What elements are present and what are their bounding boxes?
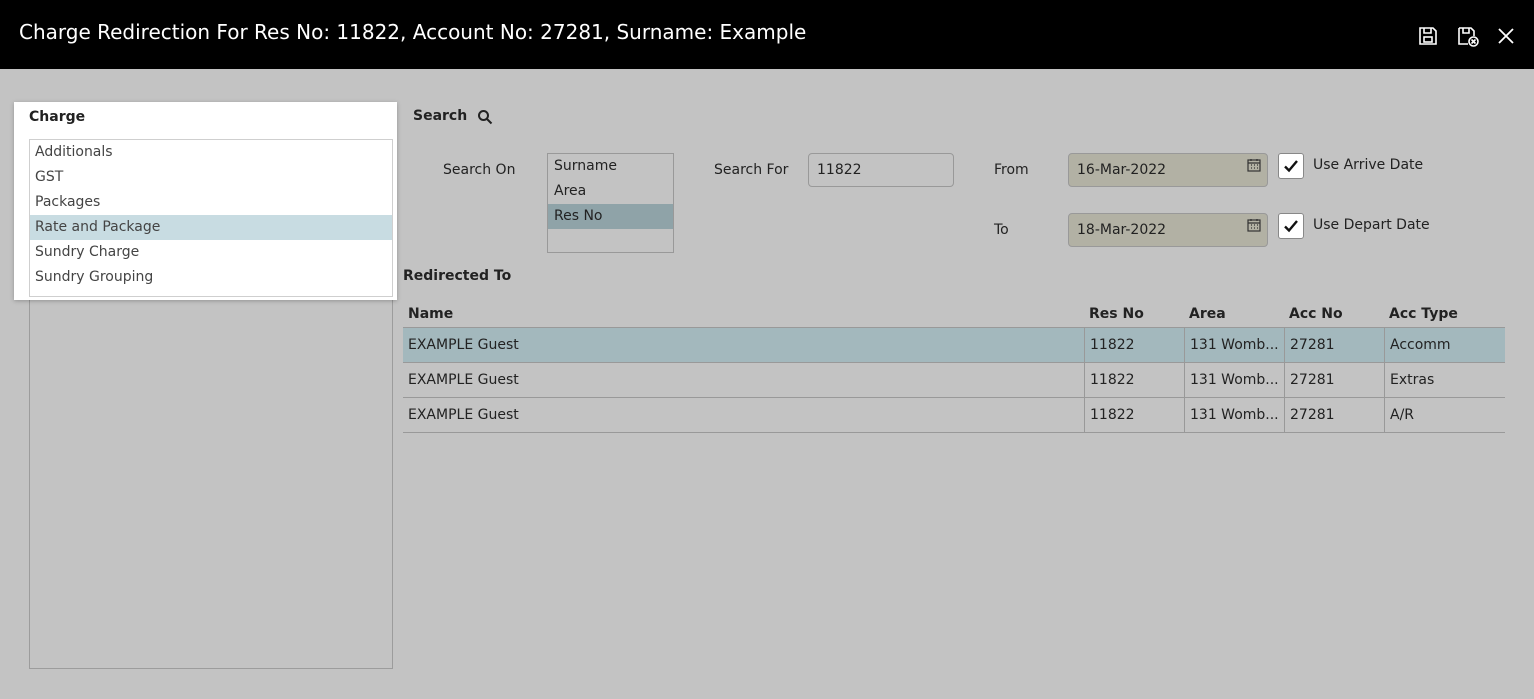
- charge-panel: Charge Additionals GST Packages Rate and…: [14, 102, 397, 300]
- charge-item-sundry-grouping[interactable]: Sundry Grouping: [30, 265, 392, 290]
- search-on-res-no[interactable]: Res No: [548, 204, 673, 229]
- cell-acc-no: 27281: [1284, 398, 1384, 432]
- close-icon: [1494, 24, 1518, 48]
- cell-acc-type: Extras: [1384, 363, 1505, 397]
- table-row[interactable]: EXAMPLE Guest 11822 131 Womb... 27281 Ac…: [403, 328, 1505, 363]
- charge-item-rate-and-package[interactable]: Rate and Package: [30, 215, 392, 240]
- from-date-field[interactable]: 16-Mar-2022: [1068, 153, 1268, 187]
- column-header-name[interactable]: Name: [403, 299, 1084, 327]
- table-row[interactable]: EXAMPLE Guest 11822 131 Womb... 27281 Ex…: [403, 363, 1505, 398]
- cell-area: 131 Womb...: [1184, 328, 1284, 362]
- cell-res-no: 11822: [1084, 398, 1184, 432]
- cell-name: EXAMPLE Guest: [408, 372, 519, 388]
- to-date-field[interactable]: 18-Mar-2022: [1068, 213, 1268, 247]
- cell-acc-no: 27281: [1284, 363, 1384, 397]
- charge-list[interactable]: Additionals GST Packages Rate and Packag…: [29, 139, 393, 297]
- use-arrive-date-label: Use Arrive Date: [1313, 157, 1424, 173]
- table-row[interactable]: EXAMPLE Guest 11822 131 Womb... 27281 A/…: [403, 398, 1505, 433]
- use-arrive-date-checkbox[interactable]: [1278, 153, 1304, 179]
- search-header: Search: [413, 108, 468, 124]
- cell-res-no: 11822: [1084, 363, 1184, 397]
- to-date-value: 18-Mar-2022: [1077, 222, 1167, 238]
- search-on-list[interactable]: Surname Area Res No: [547, 153, 674, 253]
- search-on-label: Search On: [443, 162, 516, 178]
- search-for-label: Search For: [714, 162, 789, 178]
- charge-item-sundry-charge[interactable]: Sundry Charge: [30, 240, 392, 265]
- cell-area: 131 Womb...: [1184, 363, 1284, 397]
- cell-acc-type: Accomm: [1384, 328, 1505, 362]
- column-header-res-no[interactable]: Res No: [1084, 299, 1184, 327]
- charge-item-additionals[interactable]: Additionals: [30, 140, 392, 165]
- redirected-table: Name Res No Area Acc No Acc Type EXAMPLE…: [403, 299, 1505, 433]
- close-button[interactable]: [1494, 24, 1518, 48]
- from-label: From: [994, 162, 1029, 178]
- cell-res-no: 11822: [1084, 328, 1184, 362]
- use-depart-date-label: Use Depart Date: [1313, 217, 1430, 233]
- charge-header: Charge: [29, 109, 86, 125]
- column-header-acc-no[interactable]: Acc No: [1284, 299, 1384, 327]
- from-date-value: 16-Mar-2022: [1077, 162, 1167, 178]
- calendar-icon[interactable]: [1247, 218, 1261, 232]
- column-header-acc-type[interactable]: Acc Type: [1384, 299, 1505, 327]
- save-icon: [1416, 24, 1440, 48]
- charge-item-packages[interactable]: Packages: [30, 190, 392, 215]
- cell-name: EXAMPLE Guest: [408, 407, 519, 423]
- cell-area: 131 Womb...: [1184, 398, 1284, 432]
- search-for-input[interactable]: 11822: [808, 153, 954, 187]
- calendar-icon[interactable]: [1247, 158, 1261, 172]
- column-header-area[interactable]: Area: [1184, 299, 1284, 327]
- to-label: To: [994, 222, 1009, 238]
- window-title: Charge Redirection For Res No: 11822, Ac…: [19, 20, 807, 44]
- charge-item-gst[interactable]: GST: [30, 165, 392, 190]
- search-on-surname[interactable]: Surname: [548, 154, 673, 179]
- search-icon[interactable]: [477, 109, 493, 125]
- save-button[interactable]: [1416, 24, 1440, 48]
- search-on-area[interactable]: Area: [548, 179, 673, 204]
- cell-acc-type: A/R: [1384, 398, 1505, 432]
- save-and-close-button[interactable]: [1456, 24, 1480, 48]
- cell-name: EXAMPLE Guest: [408, 337, 519, 353]
- redirected-to-header: Redirected To: [403, 268, 512, 284]
- save-and-close-icon: [1456, 24, 1480, 48]
- cell-acc-no: 27281: [1284, 328, 1384, 362]
- charge-list-area: [29, 300, 393, 669]
- use-depart-date-checkbox[interactable]: [1278, 213, 1304, 239]
- title-bar: Charge Redirection For Res No: 11822, Ac…: [0, 0, 1534, 69]
- table-header-row: Name Res No Area Acc No Acc Type: [403, 299, 1505, 328]
